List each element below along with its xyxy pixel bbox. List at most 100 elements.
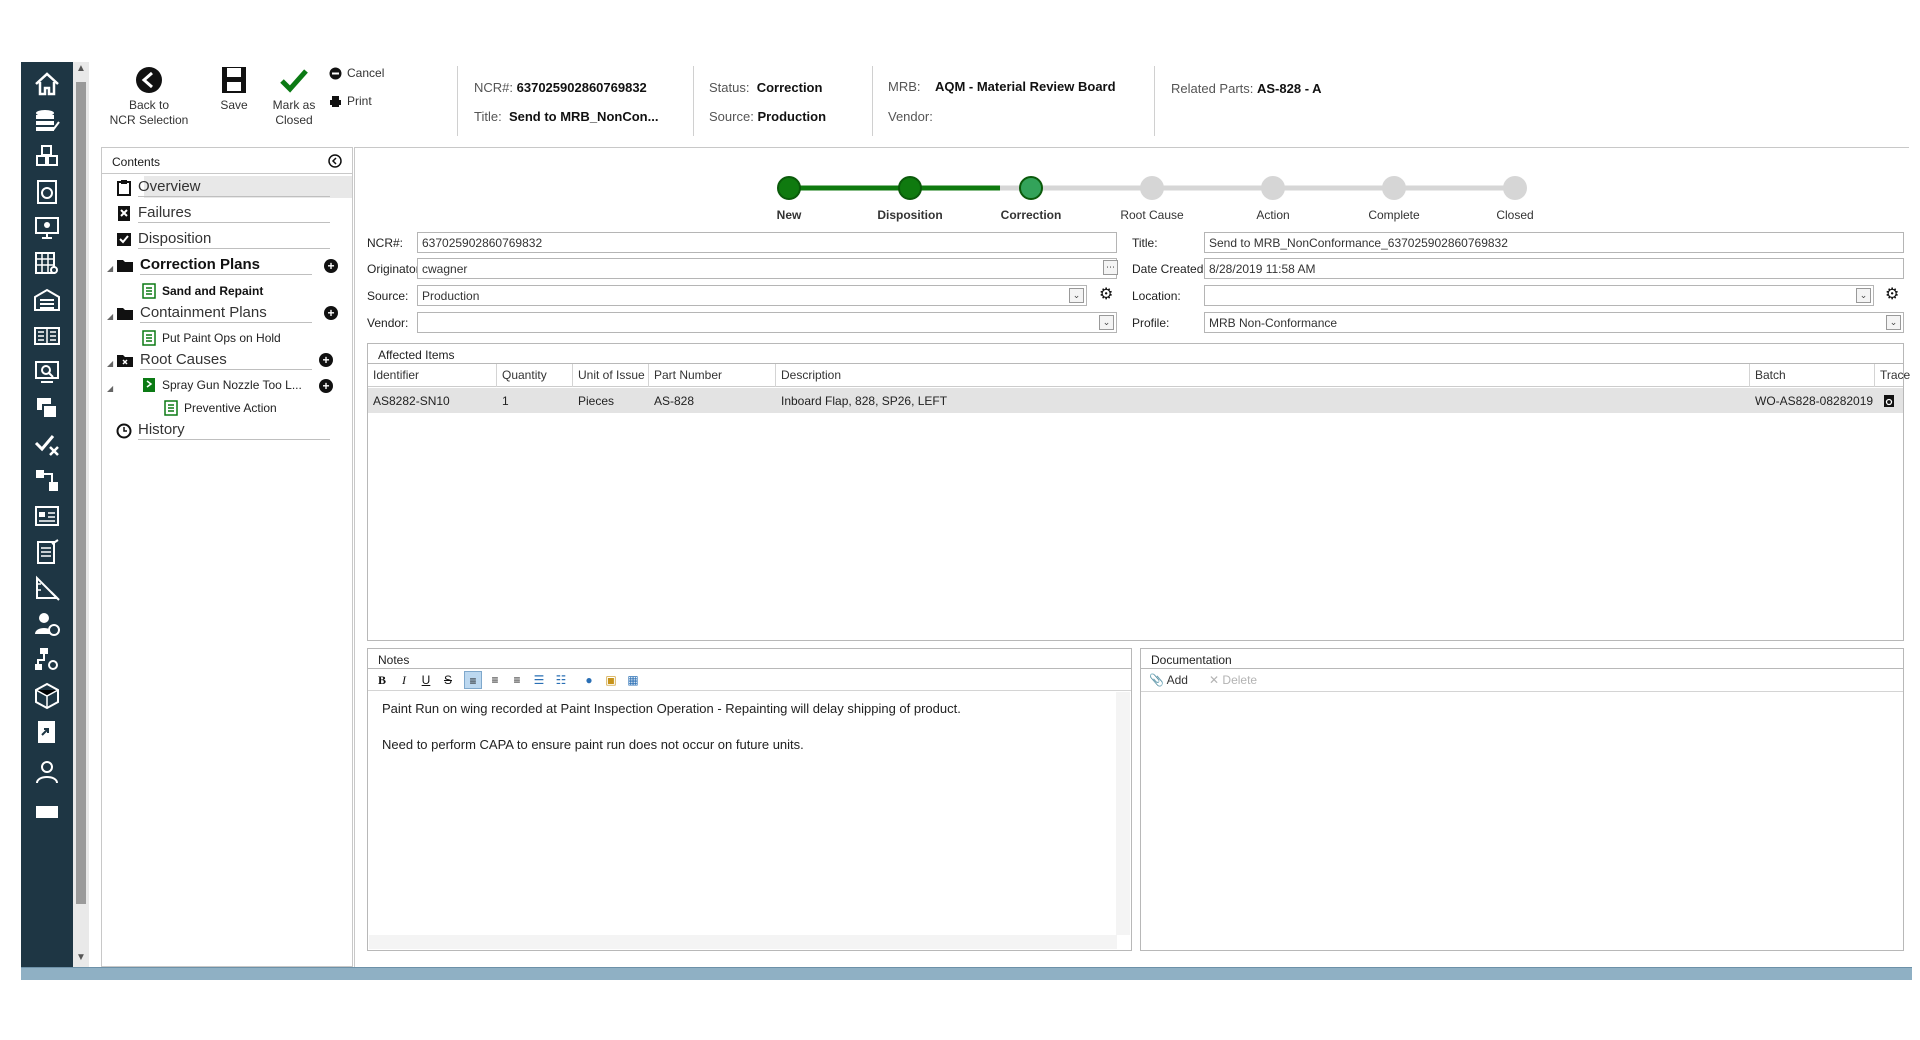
expand-triangle-icon[interactable]: ◢ <box>107 359 113 368</box>
step-correction-dot[interactable] <box>1019 176 1043 200</box>
vendor-select[interactable]: ⌄ <box>417 312 1117 333</box>
insert-image-icon[interactable]: ▣ <box>602 671 620 689</box>
align-center-icon[interactable]: ≡ <box>486 671 504 689</box>
expand-triangle-icon[interactable]: ◢ <box>107 384 113 393</box>
add-correction-plan-icon[interactable]: + <box>324 259 338 273</box>
step-root-cause-dot[interactable] <box>1140 176 1164 200</box>
back-to-ncr-selection-button[interactable]: Back to NCR Selection <box>101 66 197 128</box>
align-left-icon[interactable]: ≡ <box>464 671 482 689</box>
tree-item-failures[interactable]: Failures <box>116 204 330 223</box>
scroll-thumb[interactable] <box>76 82 86 904</box>
ruler-icon[interactable] <box>33 574 61 602</box>
location-select[interactable]: ⌄ <box>1204 285 1874 306</box>
insert-table-icon[interactable]: ▦ <box>624 671 642 689</box>
chevron-down-icon[interactable]: ⌄ <box>1069 288 1084 303</box>
notes-line-1[interactable]: Paint Run on wing recorded at Paint Insp… <box>382 701 961 716</box>
add-containment-plan-icon[interactable]: + <box>324 306 338 320</box>
boxes-icon[interactable] <box>33 142 61 170</box>
col-part-number[interactable]: Part Number <box>649 364 776 387</box>
step-new-dot[interactable] <box>777 176 801 200</box>
user-help-icon[interactable] <box>33 758 61 786</box>
tree-item-sand-repaint[interactable]: Sand and Repaint <box>142 283 263 299</box>
copy-icon[interactable] <box>33 394 61 422</box>
profile-select[interactable]: MRB Non-Conformance ⌄ <box>1204 312 1904 333</box>
table-search-icon[interactable] <box>33 250 61 278</box>
underline-button[interactable]: U <box>417 671 435 689</box>
scroll-down-arrow-icon[interactable]: ▼ <box>73 951 89 965</box>
ncr-field[interactable]: 637025902860769832 <box>417 232 1117 253</box>
hyperlink-icon[interactable]: ● <box>580 671 598 689</box>
col-identifier[interactable]: Identifier <box>368 364 497 387</box>
col-unit-of-issue[interactable]: Unit of Issue <box>573 364 649 387</box>
tree-item-history[interactable]: History <box>116 421 330 440</box>
expand-triangle-icon[interactable]: ◢ <box>107 264 113 273</box>
chevron-down-icon[interactable]: ⌄ <box>1886 315 1901 330</box>
strikethrough-button[interactable]: S <box>439 671 457 689</box>
cube-settings-icon[interactable] <box>33 682 61 710</box>
add-document-button[interactable]: 📎 Add <box>1149 673 1188 687</box>
col-quantity[interactable]: Quantity <box>497 364 573 387</box>
add-root-cause-icon[interactable]: + <box>319 353 333 367</box>
tree-item-preventive-action[interactable]: Preventive Action <box>164 400 277 416</box>
notes-hscrollbar[interactable] <box>369 935 1117 949</box>
bold-button[interactable]: B <box>373 671 391 689</box>
italic-button[interactable]: I <box>395 671 413 689</box>
location-gear-icon[interactable]: ⚙ <box>1885 284 1899 304</box>
tree-item-correction-plans[interactable]: Correction Plans <box>116 256 312 275</box>
delete-document-button[interactable]: ✕ Delete <box>1209 673 1257 687</box>
add-action-icon[interactable]: + <box>319 379 333 393</box>
rail-scrollbar[interactable]: ▲ ▼ <box>73 62 89 967</box>
workflow-icon[interactable] <box>33 466 61 494</box>
title-label: Title: <box>1132 236 1158 250</box>
table-row[interactable]: AS8282-SN10 1 Pieces AS-828 Inboard Flap… <box>368 388 1903 413</box>
step-complete-dot[interactable] <box>1382 176 1406 200</box>
originator-field[interactable]: cwagner <box>417 258 1117 279</box>
date-created-field[interactable]: 8/28/2019 11:58 AM <box>1204 258 1904 279</box>
tree-item-disposition[interactable]: Disposition <box>116 230 330 249</box>
print-button[interactable]: Print <box>329 94 372 108</box>
notes-line-2[interactable]: Need to perform CAPA to ensure paint run… <box>382 737 804 752</box>
refresh-document-icon[interactable] <box>33 178 61 206</box>
id-card-icon[interactable] <box>33 502 61 530</box>
title-field[interactable]: Send to MRB_NonConformance_6370259028607… <box>1204 232 1904 253</box>
mark-as-closed-button[interactable]: Mark as Closed <box>267 66 321 128</box>
printer-icon[interactable] <box>33 796 61 824</box>
trace-icon[interactable] <box>1883 394 1895 408</box>
document-edit-icon[interactable] <box>33 538 61 566</box>
tree-item-root-causes[interactable]: Root Causes <box>116 351 312 370</box>
warehouse-icon[interactable] <box>33 286 61 314</box>
step-disposition-dot[interactable] <box>898 176 922 200</box>
tree-item-overview[interactable]: Overview <box>116 178 330 197</box>
notes-vscrollbar[interactable] <box>1116 692 1130 935</box>
cancel-button[interactable]: Cancel <box>329 66 384 80</box>
source-select[interactable]: Production ⌄ <box>417 285 1087 306</box>
database-icon[interactable] <box>33 106 61 134</box>
book-icon[interactable] <box>33 322 61 350</box>
chevron-down-icon[interactable]: ⌄ <box>1856 288 1871 303</box>
col-batch[interactable]: Batch <box>1750 364 1875 387</box>
home-icon[interactable] <box>33 70 61 98</box>
collapse-panel-icon[interactable] <box>328 154 342 168</box>
tree-item-containment-plans[interactable]: Containment Plans <box>116 304 312 323</box>
tree-item-put-paint-on-hold[interactable]: Put Paint Ops on Hold <box>142 330 281 346</box>
bullet-list-icon[interactable]: ☰ <box>530 671 548 689</box>
source-gear-icon[interactable]: ⚙ <box>1099 284 1113 304</box>
screen-search-icon[interactable] <box>33 358 61 386</box>
chevron-down-icon[interactable]: ⌄ <box>1099 315 1114 330</box>
user-clock-icon[interactable] <box>33 610 61 638</box>
check-x-icon[interactable] <box>33 430 61 458</box>
col-description[interactable]: Description <box>776 364 1750 387</box>
step-closed-dot[interactable] <box>1503 176 1527 200</box>
monitor-icon[interactable] <box>33 214 61 242</box>
align-right-icon[interactable]: ≡ <box>508 671 526 689</box>
col-trace[interactable]: Trace <box>1875 364 1910 387</box>
tree-item-spray-gun[interactable]: Spray Gun Nozzle Too L... <box>142 377 302 393</box>
save-button[interactable]: Save <box>211 66 257 113</box>
return-document-icon[interactable] <box>33 718 61 746</box>
hierarchy-search-icon[interactable] <box>33 646 61 674</box>
scroll-up-arrow-icon[interactable]: ▲ <box>73 62 89 76</box>
step-action-dot[interactable] <box>1261 176 1285 200</box>
numbered-list-icon[interactable]: ☷ <box>552 671 570 689</box>
originator-browse-icon[interactable]: ⋯ <box>1103 260 1118 275</box>
expand-triangle-icon[interactable]: ◢ <box>107 312 113 321</box>
